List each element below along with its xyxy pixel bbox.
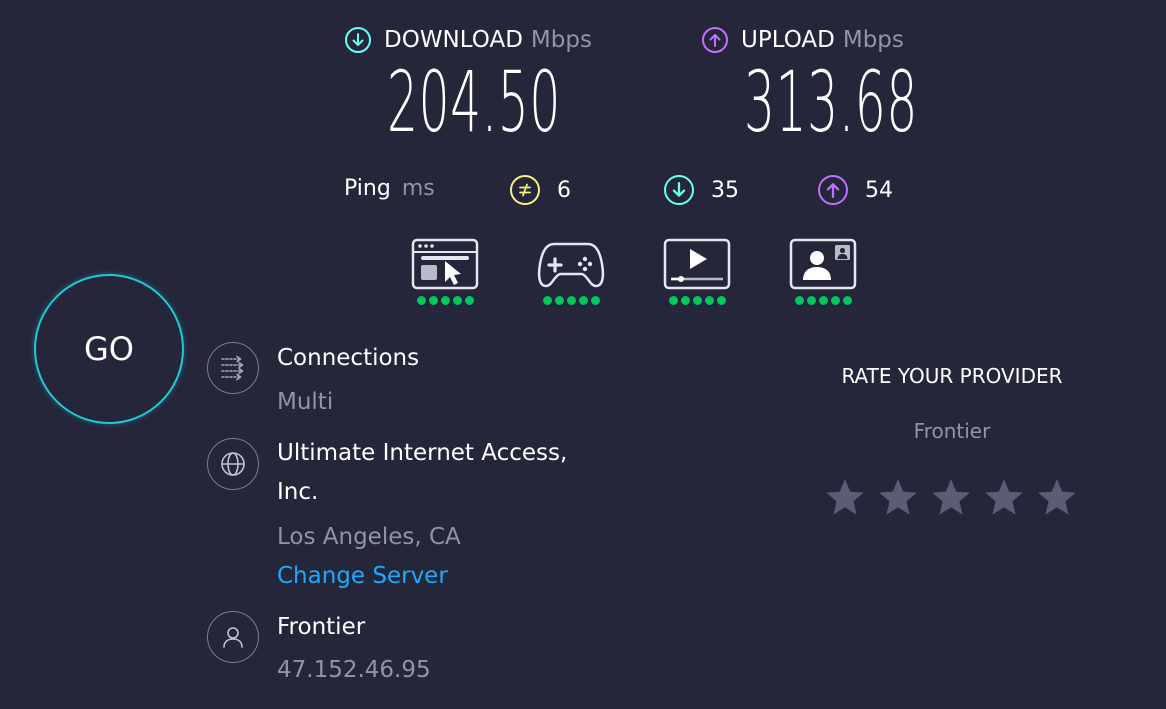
quality-gaming	[536, 238, 606, 305]
video-chat-icon	[788, 238, 858, 290]
download-unit: Mbps	[530, 27, 592, 53]
quality-streaming	[662, 238, 732, 305]
quality-video-chat	[788, 238, 858, 305]
quality-dots	[410, 296, 480, 305]
star-icon-5[interactable]	[1037, 477, 1077, 517]
download-header: DOWNLOAD Mbps	[345, 27, 592, 53]
ping-download: 35	[664, 175, 739, 205]
connections-value[interactable]: Multi	[277, 389, 333, 415]
server-location: Los Angeles, CA	[277, 524, 461, 550]
globe-icon	[207, 438, 259, 490]
arrow-down-circle-icon	[664, 175, 694, 205]
gaming-controller-icon	[536, 238, 606, 290]
quality-dots	[662, 296, 732, 305]
video-streaming-icon	[662, 238, 732, 290]
quality-web-browsing	[410, 238, 480, 305]
jitter-value: 6	[557, 177, 571, 203]
upload-speed-value: 313.68	[744, 53, 918, 151]
change-server-link[interactable]: Change Server	[277, 563, 448, 589]
ping-label-group: Ping ms	[344, 176, 435, 201]
rate-provider-title: RATE YOUR PROVIDER	[841, 364, 1063, 388]
quality-dots	[788, 296, 858, 305]
star-icon-4[interactable]	[984, 477, 1024, 517]
ping-label: Ping	[344, 176, 391, 201]
ping-upload-value: 54	[865, 177, 893, 203]
download-speed-value: 204.50	[387, 53, 561, 151]
star-icon-2[interactable]	[878, 477, 918, 517]
star-icon-1[interactable]	[825, 477, 865, 517]
rating-stars	[825, 477, 1077, 517]
server-name-line2: Inc.	[277, 479, 319, 505]
provider-name: Frontier	[277, 614, 366, 640]
go-button[interactable]: GO	[34, 274, 184, 424]
user-icon	[207, 611, 259, 663]
star-icon-3[interactable]	[931, 477, 971, 517]
server-name-line1: Ultimate Internet Access,	[277, 440, 568, 466]
connections-title: Connections	[277, 345, 420, 371]
ping-jitter: 6	[510, 175, 571, 205]
upload-header: UPLOAD Mbps	[702, 27, 904, 53]
arrow-up-circle-icon	[702, 27, 728, 53]
upload-label: UPLOAD	[741, 27, 835, 53]
rate-provider-isp: Frontier	[913, 419, 991, 443]
jitter-icon	[510, 175, 540, 205]
quality-dots	[536, 296, 606, 305]
ping-download-value: 35	[711, 177, 739, 203]
ping-unit: ms	[401, 176, 435, 201]
arrow-down-circle-icon	[345, 27, 371, 53]
download-label: DOWNLOAD	[384, 27, 523, 53]
provider-ip: 47.152.46.95	[277, 657, 431, 683]
ping-upload: 54	[818, 175, 893, 205]
connections-icon	[207, 342, 259, 394]
web-browsing-icon	[410, 238, 480, 290]
upload-unit: Mbps	[842, 27, 904, 53]
arrow-up-circle-icon	[818, 175, 848, 205]
